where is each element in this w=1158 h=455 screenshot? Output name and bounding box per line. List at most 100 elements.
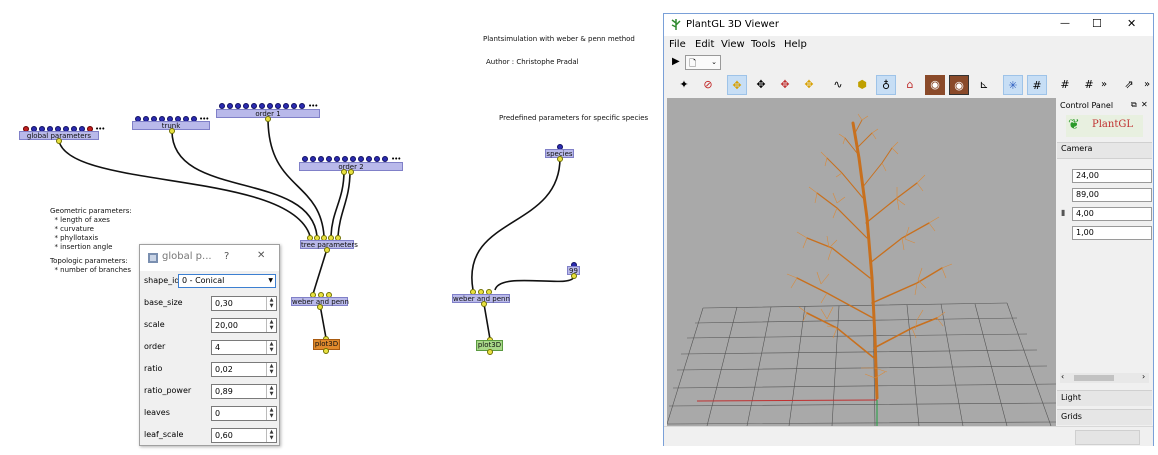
grid-xy-icon[interactable]: # [1055, 75, 1075, 95]
light-icon[interactable]: ♁ [876, 75, 896, 95]
grids-label: Grids [1061, 412, 1082, 421]
minimize-icon[interactable]: — [1060, 18, 1070, 29]
logo-leaf-icon: ❦ [1068, 117, 1080, 133]
spin-arrows-icon[interactable]: ▲ ▼ [266, 429, 276, 442]
output-port[interactable] [324, 247, 330, 253]
cube-icon[interactable]: ⬢ [852, 75, 872, 95]
lock-icon[interactable]: ▮ [1061, 208, 1065, 217]
scroll-left-icon[interactable]: ‹ [1061, 372, 1064, 381]
camera-field-4[interactable]: 1,00 [1072, 226, 1152, 240]
shape-id-label: shape_id [144, 276, 180, 285]
export-icon[interactable]: ⇗ [1119, 75, 1139, 95]
eye-icon[interactable]: ◉ [925, 75, 945, 95]
menu-file[interactable]: File [669, 39, 686, 51]
snowflake-icon[interactable]: ✳ [1003, 75, 1023, 95]
light-section-header[interactable]: Light [1057, 390, 1152, 406]
toolbar-overflow[interactable]: » [1144, 79, 1150, 90]
close-icon[interactable]: ✕ [1127, 17, 1136, 30]
stop-icon[interactable]: ⊘ [698, 75, 718, 95]
leaf-scale-spinbox[interactable]: 0,60 ▲ ▼ [211, 428, 277, 443]
leaves-spinbox[interactable]: 0 ▲ ▼ [211, 406, 277, 421]
plantgl-logo: ❦ PlantGL [1066, 115, 1143, 137]
param-label-ratio-power: ratio_power [144, 386, 192, 395]
shape-id-value: 0 - Conical [182, 276, 225, 285]
topologic-parameters-note: Topologic parameters: * number of branch… [50, 257, 131, 274]
output-port[interactable] [557, 156, 563, 162]
camera-field-2[interactable]: 89,00 [1072, 188, 1152, 202]
spin-arrows-icon[interactable]: ▲ ▼ [266, 297, 276, 310]
grid-xz-icon[interactable]: # [1079, 75, 1099, 95]
order-spinbox[interactable]: 4 ▲ ▼ [211, 340, 277, 355]
output-port[interactable] [481, 301, 487, 307]
param-label-leaf-scale: leaf_scale [144, 430, 184, 439]
grid-icon[interactable]: # [1027, 75, 1047, 95]
pan-icon[interactable]: ✥ [799, 75, 819, 95]
menu-edit[interactable]: Edit [695, 39, 714, 51]
document-icon: 🗋 [689, 59, 697, 69]
spin-arrows-icon[interactable]: ▲ ▼ [266, 341, 276, 354]
leaf-scale-value: 0,60 [215, 431, 233, 440]
axis-icon[interactable]: ⊾ [974, 75, 994, 95]
spin-arrows-icon[interactable]: ▲ ▼ [266, 319, 276, 332]
output-port[interactable] [341, 169, 347, 175]
move-icon[interactable]: ✥ [751, 75, 771, 95]
scroll-thumb[interactable] [1074, 375, 1114, 381]
camera-section-header[interactable]: Camera [1057, 142, 1152, 159]
camera-icon[interactable]: ▶ [672, 56, 680, 67]
3d-viewport[interactable] [667, 98, 1056, 426]
output-port[interactable] [323, 348, 329, 354]
panel-scrollbar[interactable]: ‹ › [1060, 372, 1149, 383]
camera-field-3[interactable]: 4,00 [1072, 207, 1152, 221]
param-label-ratio: ratio [144, 364, 163, 373]
shape-id-select[interactable]: 0 - Conical ▼ [178, 274, 276, 288]
status-progress [1075, 430, 1140, 445]
maximize-icon[interactable]: ☐ [1092, 17, 1102, 30]
output-port[interactable] [317, 304, 323, 310]
output-port[interactable] [56, 138, 62, 144]
eye-frame-icon[interactable]: ◉ [949, 75, 969, 95]
grids-section-header[interactable]: Grids [1057, 409, 1152, 425]
ratio-spinbox[interactable]: 0,02 ▲ ▼ [211, 362, 277, 377]
close-icon[interactable]: ✕ [257, 250, 265, 261]
base-size-spinbox[interactable]: 0,30 ▲ ▼ [211, 296, 277, 311]
predefined-label: Predefined parameters for specific speci… [499, 114, 649, 122]
menu-help[interactable]: Help [784, 39, 807, 51]
new-file-dropdown[interactable]: 🗋 ⌄ [685, 55, 721, 70]
zoom-icon[interactable]: ✥ [775, 75, 795, 95]
output-port[interactable] [265, 116, 271, 122]
control-panel-title: Control Panel [1060, 101, 1114, 110]
param-label-leaves: leaves [144, 408, 170, 417]
spin-arrows-icon[interactable]: ▲ ▼ [266, 407, 276, 420]
spin-arrows-icon[interactable]: ▲ ▼ [266, 385, 276, 398]
description-title: Plantsimulation with weber & penn method [483, 35, 635, 43]
scale-value: 20,00 [215, 321, 238, 330]
light-label: Light [1061, 393, 1081, 402]
output-port[interactable] [571, 273, 577, 279]
camera-label: Camera [1061, 144, 1093, 153]
curve-icon[interactable]: ∿ [828, 75, 848, 95]
wand-icon[interactable]: ✦ [674, 75, 694, 95]
viewer-titlebar[interactable]: PlantGL 3D Viewer — ☐ ✕ [664, 14, 1153, 36]
output-port[interactable] [487, 349, 493, 355]
output-port[interactable] [348, 169, 354, 175]
float-icon[interactable]: ⧉ [1131, 100, 1137, 110]
ratio-power-spinbox[interactable]: 0,89 ▲ ▼ [211, 384, 277, 399]
rotate-icon[interactable]: ✥ [727, 75, 747, 95]
status-bar [664, 426, 1153, 446]
order-value: 4 [215, 343, 221, 352]
chevron-down-icon: ▼ [268, 277, 273, 284]
param-label-base-size: base_size [144, 298, 183, 307]
scroll-right-icon[interactable]: › [1142, 372, 1145, 381]
close-icon[interactable]: ✕ [1141, 100, 1148, 109]
leaves-value: 0 [215, 409, 221, 418]
menu-view[interactable]: View [721, 39, 745, 51]
menu-tools[interactable]: Tools [751, 39, 776, 51]
toolbar-overflow[interactable]: » [1101, 79, 1107, 90]
help-button[interactable]: ? [224, 251, 229, 262]
spin-arrows-icon[interactable]: ▲ ▼ [266, 363, 276, 376]
camera-field-1[interactable]: 24,00 [1072, 169, 1152, 183]
dialog-titlebar[interactable]: global p... ? ✕ [140, 245, 279, 271]
output-port[interactable] [169, 128, 175, 134]
home-icon[interactable]: ⌂ [900, 75, 920, 95]
scale-spinbox[interactable]: 20,00 ▲ ▼ [211, 318, 277, 333]
